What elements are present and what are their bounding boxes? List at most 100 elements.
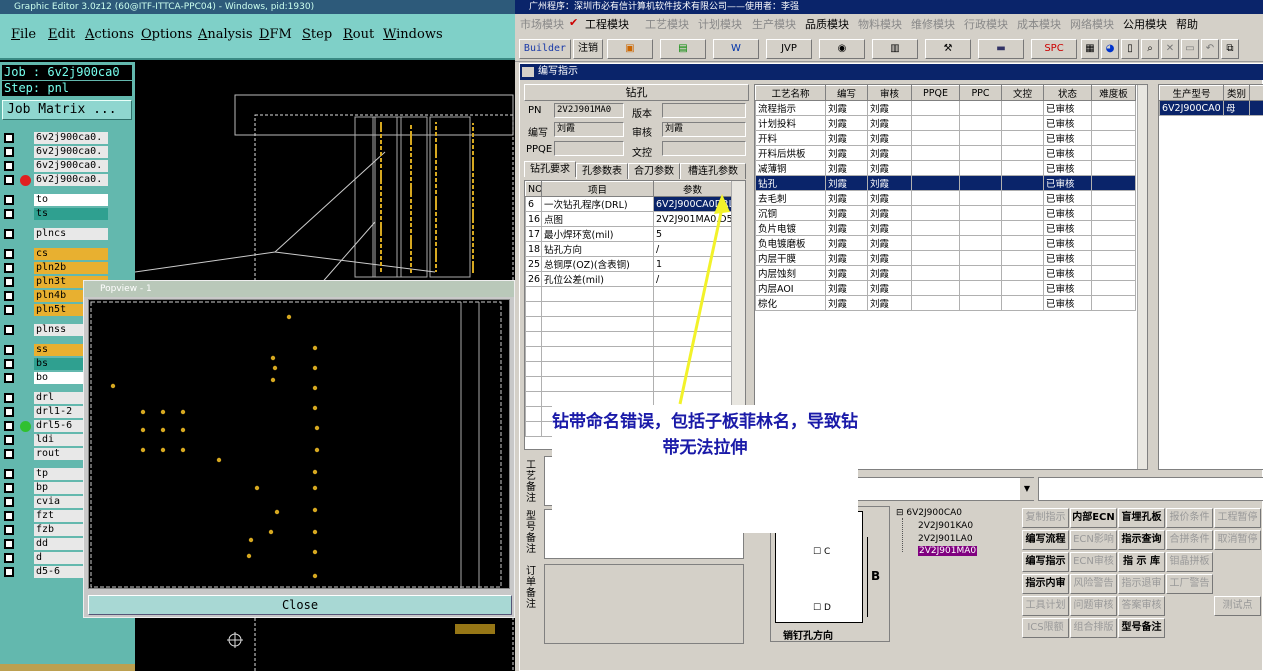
- table-cell[interactable]: [959, 235, 1002, 251]
- table-cell[interactable]: 总铜厚(OZ)(含表铜): [541, 256, 654, 272]
- table-cell[interactable]: 18: [525, 241, 542, 257]
- table-cell[interactable]: 16: [525, 211, 542, 227]
- chevron-down-icon[interactable]: ▼: [1020, 478, 1034, 500]
- table-cell[interactable]: 负片电镀: [755, 220, 826, 236]
- action-button[interactable]: ICS限额: [1022, 618, 1069, 638]
- tab-hole-params[interactable]: 孔参数表: [576, 163, 628, 179]
- table-cell[interactable]: [911, 250, 960, 266]
- action-button[interactable]: 指示退审: [1118, 574, 1165, 594]
- table-cell[interactable]: [959, 160, 1002, 176]
- table-cell[interactable]: [911, 235, 960, 251]
- copy-icon[interactable]: ⧉: [1221, 39, 1239, 59]
- action-button[interactable]: 编写指示: [1022, 552, 1069, 572]
- table-cell[interactable]: [911, 190, 960, 206]
- tree-node-selected[interactable]: 2V2J901MA0: [918, 546, 978, 556]
- layer-checkbox[interactable]: [4, 469, 14, 479]
- menu-common[interactable]: 公用模块: [1123, 16, 1167, 32]
- table-cell[interactable]: [959, 205, 1002, 221]
- tab-slot-params[interactable]: 槽连孔参数: [680, 163, 746, 179]
- pin-c-checkbox[interactable]: ☐ C: [813, 547, 830, 557]
- table-cell[interactable]: [1001, 295, 1044, 311]
- menu-production[interactable]: 生产模块: [752, 16, 796, 32]
- table-cell[interactable]: 17: [525, 226, 542, 242]
- table-cell[interactable]: 刘霞: [867, 220, 912, 236]
- globe-icon[interactable]: ◕: [1101, 39, 1119, 59]
- table-row[interactable]: 减薄铜 刘霞 刘霞 已审核: [755, 160, 1136, 176]
- table-row[interactable]: 钻孔 刘霞 刘霞 已审核: [755, 175, 1136, 191]
- remark-input[interactable]: [1038, 477, 1263, 501]
- table-cell[interactable]: [1091, 220, 1136, 236]
- table-cell[interactable]: 刘霞: [825, 250, 868, 266]
- ppqe-field[interactable]: [554, 141, 624, 156]
- table-cell[interactable]: [959, 130, 1002, 146]
- popview-canvas[interactable]: [88, 299, 510, 589]
- action-button[interactable]: 组合排版: [1070, 618, 1117, 638]
- table-cell[interactable]: 负电镀磨板: [755, 235, 826, 251]
- layer-row[interactable]: 6v2j900ca0.: [4, 146, 108, 158]
- table-cell[interactable]: 棕化: [755, 295, 826, 311]
- process-scrollbar[interactable]: [1137, 85, 1147, 469]
- table-cell[interactable]: 刘霞: [825, 175, 868, 191]
- table-cell[interactable]: [959, 265, 1002, 281]
- table-row[interactable]: 棕化 刘霞 刘霞 已审核: [755, 295, 1136, 311]
- layer-checkbox[interactable]: [4, 345, 14, 355]
- clipboard-icon[interactable]: ▥: [872, 39, 918, 59]
- menu-rout[interactable]: Rout: [343, 27, 374, 42]
- action-button[interactable]: 测试点: [1214, 596, 1261, 616]
- table-cell[interactable]: 已审核: [1043, 280, 1092, 296]
- table-cell[interactable]: 点图: [541, 211, 654, 227]
- layer-checkbox[interactable]: [4, 497, 14, 507]
- table-cell[interactable]: 刘霞: [867, 130, 912, 146]
- table-cell[interactable]: 刘霞: [825, 190, 868, 206]
- new-icon[interactable]: ▯: [1121, 39, 1139, 59]
- tools-icon[interactable]: ⚒: [925, 39, 971, 59]
- table-cell[interactable]: [911, 295, 960, 311]
- menu-file[interactable]: File: [11, 27, 36, 42]
- column-header[interactable]: 难度板: [1091, 85, 1136, 101]
- column-header[interactable]: PPQE: [911, 85, 960, 101]
- table-cell[interactable]: 一次钻孔程序(DRL): [541, 196, 654, 212]
- column-header[interactable]: S: [1249, 85, 1263, 101]
- close-button[interactable]: Close: [88, 595, 512, 615]
- layer-checkbox[interactable]: [4, 175, 14, 185]
- table-cell[interactable]: [911, 130, 960, 146]
- table-cell[interactable]: 已审核: [1043, 100, 1092, 116]
- table-cell[interactable]: 刘霞: [867, 160, 912, 176]
- table-cell[interactable]: [911, 205, 960, 221]
- table-cell[interactable]: [911, 280, 960, 296]
- computer-icon[interactable]: ▬: [978, 39, 1024, 59]
- table-row[interactable]: 沉铜 刘霞 刘霞 已审核: [755, 205, 1136, 221]
- action-button[interactable]: 内部ECN: [1070, 508, 1117, 528]
- table-cell[interactable]: [959, 280, 1002, 296]
- table-cell[interactable]: 26: [525, 271, 542, 287]
- table-cell[interactable]: [1091, 130, 1136, 146]
- pin-d-checkbox[interactable]: ☐ D: [813, 603, 831, 613]
- column-header[interactable]: 类别: [1223, 85, 1250, 101]
- layer-checkbox[interactable]: [4, 435, 14, 445]
- layer-checkbox[interactable]: [4, 161, 14, 171]
- table-cell[interactable]: [1091, 100, 1136, 116]
- menu-analysis[interactable]: Analysis: [198, 27, 253, 42]
- action-button[interactable]: 工厂警告: [1166, 574, 1213, 594]
- layer-checkbox[interactable]: [4, 359, 14, 369]
- action-button[interactable]: 编写流程: [1022, 530, 1069, 550]
- layer-row[interactable]: cs: [4, 248, 108, 260]
- table-cell[interactable]: 已审核: [1043, 205, 1092, 221]
- table-cell[interactable]: 流程指示: [755, 100, 826, 116]
- eye-icon[interactable]: ◉: [819, 39, 865, 59]
- action-button[interactable]: 型号备注: [1118, 618, 1165, 638]
- table-row[interactable]: 内层蚀刻 刘霞 刘霞 已审核: [755, 265, 1136, 281]
- layer-checkbox[interactable]: [4, 407, 14, 417]
- action-button[interactable]: ECN影响: [1070, 530, 1117, 550]
- table-cell[interactable]: 刘霞: [867, 145, 912, 161]
- layer-label[interactable]: cs: [34, 248, 108, 260]
- table-cell[interactable]: [1091, 205, 1136, 221]
- table-cell[interactable]: [1091, 265, 1136, 281]
- table-cell[interactable]: [1001, 145, 1044, 161]
- layer-label[interactable]: 6v2j900ca0.: [34, 146, 108, 158]
- table-row[interactable]: 去毛刺 刘霞 刘霞 已审核: [755, 190, 1136, 206]
- table-row[interactable]: 内层AOI 刘霞 刘霞 已审核: [755, 280, 1136, 296]
- layer-row[interactable]: 6v2j900ca0.: [4, 160, 108, 172]
- layer-row[interactable]: ts: [4, 208, 108, 220]
- table-cell[interactable]: 刘霞: [867, 235, 912, 251]
